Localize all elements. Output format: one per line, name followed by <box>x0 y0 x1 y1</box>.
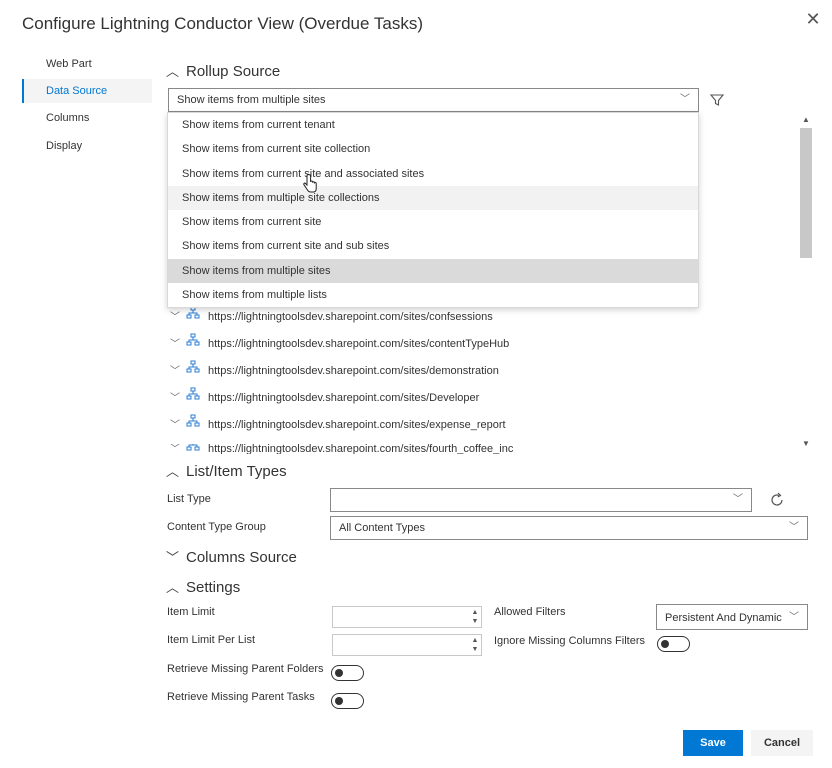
rollup-source-title: Rollup Source <box>186 63 281 80</box>
chevron-up-icon: ︿ <box>166 464 180 479</box>
site-url: https://lightningtoolsdev.sharepoint.com… <box>208 338 510 350</box>
spin-up-icon[interactable]: ▲ <box>471 637 479 645</box>
ignore-missing-label: Ignore Missing Columns Filters <box>494 635 645 647</box>
dropdown-option[interactable]: Show items from current site and sub sit… <box>168 234 698 258</box>
chevron-down-icon[interactable]: ﹀ <box>170 386 186 412</box>
chevron-down-icon: ﹀ <box>680 94 690 105</box>
retrieve-parent-tasks-label: Retrieve Missing Parent Tasks <box>167 691 315 703</box>
spin-down-icon[interactable]: ▼ <box>471 646 479 654</box>
refresh-icon[interactable] <box>768 491 786 509</box>
spin-up-icon[interactable]: ▲ <box>471 609 479 617</box>
spin-down-icon[interactable]: ▼ <box>471 618 479 626</box>
dropdown-option[interactable]: Show items from current site and associa… <box>168 162 698 186</box>
nav-item-web-part[interactable]: Web Part <box>22 52 152 76</box>
retrieve-parent-folders-toggle[interactable] <box>331 665 364 681</box>
site-hierarchy-icon <box>186 412 208 438</box>
chevron-down-icon[interactable]: ﹀ <box>170 332 186 358</box>
allowed-filters-value: Persistent And Dynamic <box>665 612 782 624</box>
nav-item-data-source[interactable]: Data Source <box>22 79 152 103</box>
site-hierarchy-icon <box>186 331 208 357</box>
columns-source-title: Columns Source <box>186 549 297 566</box>
allowed-filters-label: Allowed Filters <box>494 606 566 618</box>
rollup-source-dropdown: Show items from current tenant Show item… <box>167 112 699 308</box>
dropdown-option[interactable]: Show items from current site collection <box>168 137 698 161</box>
chevron-down-icon: ﹀ <box>789 612 799 623</box>
site-url: https://lightningtoolsdev.sharepoint.com… <box>208 392 480 404</box>
chevron-up-icon: ︿ <box>166 64 180 79</box>
site-hierarchy-icon <box>186 444 208 454</box>
nav-item-display[interactable]: Display <box>22 134 152 158</box>
retrieve-parent-folders-label: Retrieve Missing Parent Folders <box>167 663 324 675</box>
list-type-select[interactable]: ﹀ <box>330 488 752 512</box>
nav-item-columns[interactable]: Columns <box>22 106 152 130</box>
dropdown-option-selected[interactable]: Show items from multiple sites <box>168 258 698 284</box>
chevron-down-icon[interactable]: ﹀ <box>170 305 186 331</box>
scroll-thumb[interactable] <box>800 128 812 258</box>
list-item-types-header[interactable]: ︿ List/Item Types <box>166 461 287 480</box>
ignore-missing-toggle[interactable] <box>657 636 690 652</box>
site-hierarchy-icon <box>186 358 208 384</box>
chevron-down-icon: ﹀ <box>170 444 180 454</box>
site-row[interactable]: ﹀ https://lightningtoolsdev.sharepoint.co… <box>170 385 479 411</box>
filter-icon[interactable] <box>709 92 725 108</box>
scroll-up-arrow-icon[interactable]: ▲ <box>799 114 813 126</box>
chevron-down-icon: ﹀ <box>789 522 799 533</box>
rollup-source-select[interactable]: Show items from multiple sites ﹀ <box>168 88 699 112</box>
dropdown-option[interactable]: Show items from current site <box>168 210 698 234</box>
dropdown-option[interactable]: Show items from multiple site collection… <box>168 185 698 211</box>
site-url: https://lightningtoolsdev.sharepoint.com… <box>208 419 506 431</box>
hand-cursor-icon <box>302 174 318 194</box>
site-row[interactable]: ﹀ https://lightningtoolsdev.sharepoint.co… <box>170 412 506 438</box>
retrieve-parent-tasks-toggle[interactable] <box>331 693 364 709</box>
settings-title: Settings <box>186 579 241 596</box>
list-type-label: List Type <box>167 493 211 505</box>
chevron-down-icon: ﹀ <box>733 494 743 505</box>
dialog-title: Configure Lightning Conductor View (Over… <box>22 14 423 33</box>
site-row-clipped[interactable]: ﹀ https://lightningtoolsdev.sharepoint.co… <box>170 444 790 454</box>
settings-header[interactable]: ︿ Settings <box>166 577 240 596</box>
site-hierarchy-icon <box>186 385 208 411</box>
content-type-group-select[interactable]: All Content Types ﹀ <box>330 516 808 540</box>
chevron-down-icon[interactable]: ﹀ <box>170 359 186 385</box>
chevron-down-icon: ﹀ <box>166 550 180 565</box>
columns-source-header[interactable]: ﹀ Columns Source <box>166 547 297 566</box>
content-type-group-value: All Content Types <box>339 522 426 534</box>
site-url: https://lightningtoolsdev.sharepoint.com… <box>208 311 493 323</box>
rollup-source-header[interactable]: ︿ Rollup Source <box>166 61 280 80</box>
cancel-button[interactable]: Cancel <box>751 730 813 756</box>
site-row[interactable]: ﹀ https://lightningtoolsdev.sharepoint.co… <box>170 358 499 384</box>
chevron-down-icon[interactable]: ﹀ <box>170 413 186 439</box>
item-limit-input[interactable]: ▲ ▼ <box>332 606 482 628</box>
item-limit-per-list-input[interactable]: ▲ ▼ <box>332 634 482 656</box>
scroll-down-arrow-icon[interactable]: ▼ <box>799 438 813 450</box>
dropdown-option[interactable]: Show items from current tenant <box>168 113 698 137</box>
save-button[interactable]: Save <box>683 730 743 756</box>
toggle-knob <box>335 669 343 677</box>
site-row[interactable]: ﹀ https://lightningtoolsdev.sharepoint.co… <box>170 331 509 357</box>
allowed-filters-select[interactable]: Persistent And Dynamic ﹀ <box>656 604 808 630</box>
content-type-group-label: Content Type Group <box>167 521 266 533</box>
site-url: https://lightningtoolsdev.sharepoint.com… <box>208 365 499 377</box>
site-url: https://lightningtoolsdev.sharepoint.com… <box>208 444 514 454</box>
dropdown-option[interactable]: Show items from multiple lists <box>168 283 698 307</box>
item-limit-per-list-label: Item Limit Per List <box>167 634 256 646</box>
chevron-up-icon: ︿ <box>166 580 180 595</box>
close-icon[interactable]: ✕ <box>804 10 822 28</box>
toggle-knob <box>661 640 669 648</box>
rollup-selected-value: Show items from multiple sites <box>177 94 326 106</box>
toggle-knob <box>335 697 343 705</box>
item-limit-label: Item Limit <box>167 606 215 618</box>
list-item-types-title: List/Item Types <box>186 463 287 480</box>
